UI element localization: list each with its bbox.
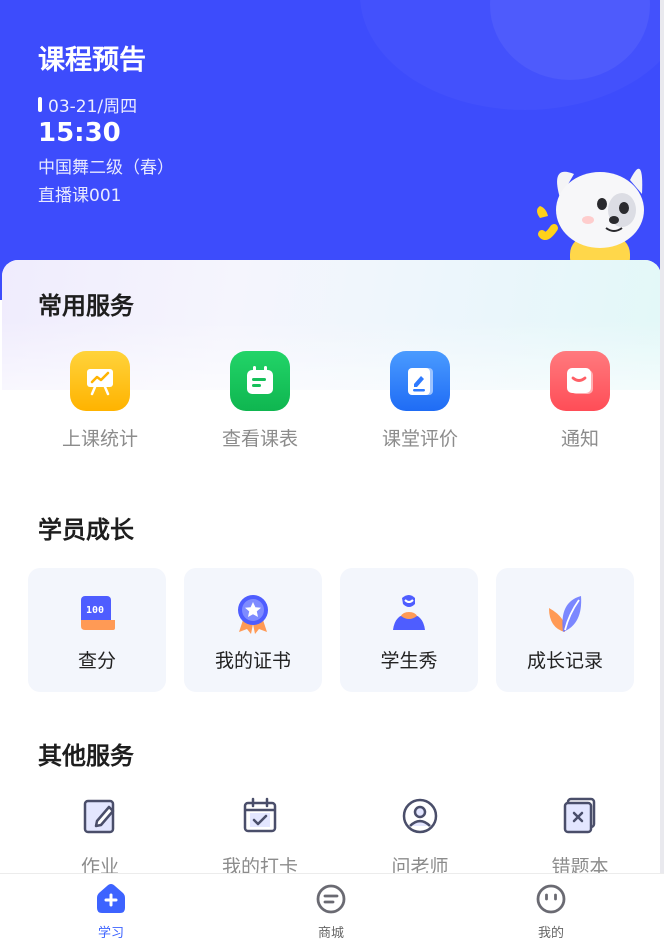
course-type: 直播课001 <box>38 186 122 206</box>
services-card: 常用服务 上课统计 查看课表 课堂评价 通知 学员成长 100 查分 我的证书 … <box>2 260 661 944</box>
service-label: 通知 <box>560 428 599 450</box>
service-class-evaluation[interactable]: 课堂评价 <box>360 351 480 451</box>
other-services-title: 其他服务 <box>38 742 134 770</box>
service-notifications[interactable]: 通知 <box>520 351 640 451</box>
tab-study[interactable]: 学习 <box>66 882 156 941</box>
tab-shop[interactable]: 商城 <box>286 882 376 941</box>
service-label: 课堂评价 <box>381 428 458 450</box>
service-label: 查看课表 <box>221 428 298 450</box>
teacher-icon <box>402 798 438 834</box>
tab-label: 商城 <box>317 926 344 941</box>
bottom-tab-bar: 学习 商城 我的 <box>0 873 664 944</box>
presentation-chart-icon <box>70 351 130 411</box>
edit-note-icon <box>390 351 450 411</box>
common-services-title: 常用服务 <box>38 292 134 320</box>
wrong-book-icon <box>563 797 596 834</box>
shop-icon <box>316 884 346 914</box>
growth-record[interactable]: 成长记录 <box>496 568 634 692</box>
other-wrong-questions[interactable]: 错题本 <box>520 796 640 879</box>
course-date: 03-21/周四 <box>48 97 138 117</box>
tile-label: 学生秀 <box>380 650 438 672</box>
course-date-row: 03-21/周四 <box>38 92 137 117</box>
calendar-list-icon <box>230 351 290 411</box>
tab-label: 学习 <box>97 926 124 941</box>
other-homework[interactable]: 作业 <box>40 796 160 879</box>
score-icon-text: 100 <box>86 605 104 616</box>
course-name: 中国舞二级（春） <box>38 158 174 178</box>
page-title: 课程预告 <box>38 45 146 76</box>
tile-label: 我的证书 <box>214 650 291 672</box>
tile-label: 查分 <box>77 650 116 672</box>
course-time: 15:30 <box>38 118 121 148</box>
growth-my-certificate[interactable]: 我的证书 <box>184 568 322 692</box>
growth-check-score[interactable]: 100 查分 <box>28 568 166 692</box>
tile-label: 成长记录 <box>526 650 603 672</box>
study-icon <box>97 884 125 913</box>
medal-icon <box>238 595 268 634</box>
date-marker <box>38 97 42 112</box>
student-icon <box>393 595 425 630</box>
growth-student-show[interactable]: 学生秀 <box>340 568 478 692</box>
service-attendance-stats[interactable]: 上课统计 <box>40 351 160 451</box>
score-icon: 100 <box>81 596 115 630</box>
mascot-dog-icon <box>537 168 644 268</box>
leaf-icon <box>549 596 582 632</box>
checkin-calendar-icon <box>243 797 277 833</box>
profile-icon <box>536 884 566 914</box>
course-preview-header[interactable]: 课程预告 03-21/周四 15:30 中国舞二级（春） 直播课001 <box>0 0 664 300</box>
tab-profile[interactable]: 我的 <box>506 882 596 941</box>
tab-label: 我的 <box>537 926 564 941</box>
right-edge <box>660 0 664 944</box>
other-ask-teacher[interactable]: 问老师 <box>360 796 480 879</box>
service-view-schedule[interactable]: 查看课表 <box>200 351 320 451</box>
growth-title: 学员成长 <box>38 516 134 544</box>
service-label: 上课统计 <box>61 428 138 450</box>
message-icon <box>550 351 610 411</box>
homework-icon <box>83 799 115 834</box>
other-my-checkin[interactable]: 我的打卡 <box>200 796 320 879</box>
